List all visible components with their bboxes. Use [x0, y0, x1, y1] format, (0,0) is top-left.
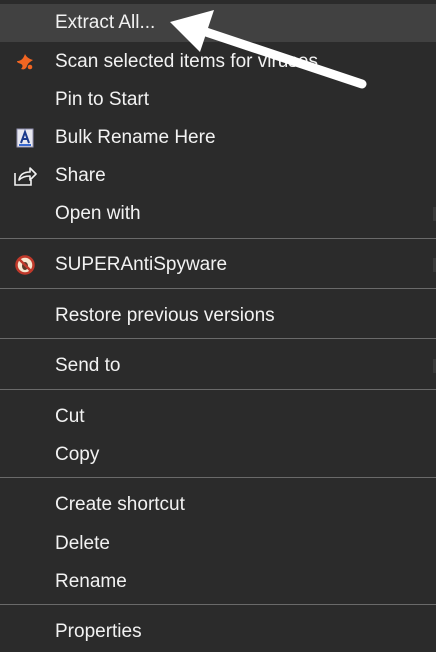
- menu-item-superantispyware[interactable]: SUPERAntiSpyware: [0, 246, 436, 284]
- menu-item-label: Cut: [55, 406, 85, 427]
- menu-item-label: Scan selected items for viruses: [55, 51, 318, 72]
- menu-item-label: Rename: [55, 571, 127, 592]
- menu-item-label: Open with: [55, 203, 141, 224]
- menu-item-label: Send to: [55, 355, 121, 376]
- menu-item-label: Pin to Start: [55, 89, 149, 110]
- menu-item-extract-all[interactable]: Extract All...: [0, 4, 436, 42]
- separator: [0, 477, 436, 478]
- menu-item-label: Extract All...: [55, 12, 156, 33]
- menu-item-label: Delete: [55, 533, 110, 554]
- menu-item-label: Bulk Rename Here: [55, 127, 216, 148]
- separator: [0, 338, 436, 339]
- menu-item-restore-previous-versions[interactable]: Restore previous versions: [0, 297, 436, 335]
- menu-item-copy[interactable]: Copy: [0, 436, 436, 474]
- menu-item-properties[interactable]: Properties: [0, 613, 436, 651]
- menu-item-open-with[interactable]: Open with: [0, 195, 436, 233]
- separator: [0, 389, 436, 390]
- menu-item-rename[interactable]: Rename: [0, 563, 436, 601]
- menu-item-cut[interactable]: Cut: [0, 398, 436, 436]
- menu-item-label: SUPERAntiSpyware: [55, 254, 228, 275]
- menu-item-delete[interactable]: Delete: [0, 525, 436, 563]
- menu-item-send-to[interactable]: Send to: [0, 347, 436, 385]
- share-icon: [13, 164, 37, 188]
- avast-icon: [13, 50, 37, 74]
- menu-item-bulk-rename[interactable]: Bulk Rename Here: [0, 119, 436, 157]
- menu-item-label: Copy: [55, 444, 100, 465]
- menu-item-label: Share: [55, 165, 106, 186]
- superantispyware-icon: [13, 253, 37, 277]
- menu-item-scan-viruses[interactable]: Scan selected items for viruses: [0, 43, 436, 81]
- context-menu: Extract All... Scan selected items for v…: [0, 0, 436, 652]
- menu-item-label: Properties: [55, 621, 142, 642]
- menu-item-pin-to-start[interactable]: Pin to Start: [0, 81, 436, 119]
- menu-item-label: Create shortcut: [55, 494, 185, 515]
- menu-item-label: Restore previous versions: [55, 305, 275, 326]
- separator: [0, 604, 436, 605]
- menu-item-create-shortcut[interactable]: Create shortcut: [0, 486, 436, 524]
- separator: [0, 288, 436, 289]
- bulk-rename-icon: [13, 126, 37, 150]
- menu-item-share[interactable]: Share: [0, 157, 436, 195]
- separator: [0, 238, 436, 239]
